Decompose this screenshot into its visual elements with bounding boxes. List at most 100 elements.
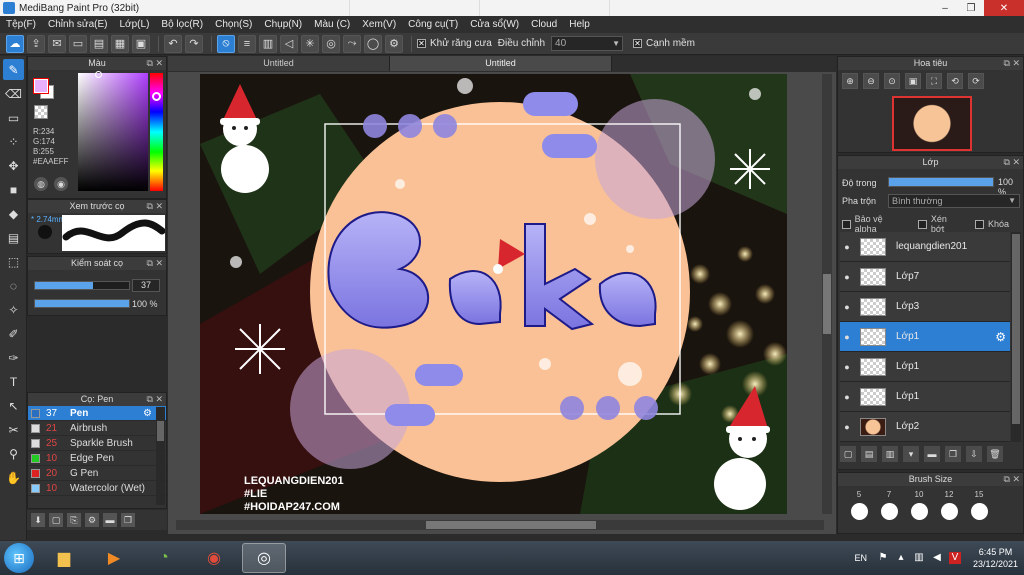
menu-cloud[interactable]: Cloud — [531, 19, 557, 30]
hand-tool-icon[interactable]: ✋ — [3, 467, 24, 488]
canvas-horizontal-scrollbar[interactable] — [176, 520, 824, 530]
visibility-icon[interactable]: ● — [840, 272, 854, 282]
brush-list-scrollbar[interactable] — [156, 407, 165, 505]
document-tab-active[interactable]: Untitled — [390, 56, 612, 71]
scrollbar-thumb[interactable] — [426, 521, 596, 529]
medibang-taskbar-icon[interactable]: ◎ — [242, 543, 286, 573]
circle-snap-icon[interactable]: ◎ — [322, 34, 340, 53]
menu-select[interactable]: Chọn(S) — [215, 19, 252, 30]
panel-buttons[interactable]: ⧉ ✕ — [1004, 57, 1020, 70]
saturation-value-picker[interactable] — [78, 73, 148, 191]
up-arrow-icon[interactable]: ▴ — [895, 552, 907, 564]
brush-size-preset[interactable] — [874, 503, 904, 520]
brush-size-preset[interactable] — [964, 503, 994, 520]
antialias-checkbox[interactable]: ✕ — [417, 39, 426, 48]
visibility-icon[interactable]: ● — [840, 332, 854, 342]
layer-item[interactable]: ● Lớp1 — [840, 382, 1010, 412]
transparent-color-swatch[interactable] — [34, 105, 48, 119]
brush-size-value[interactable]: 37 — [132, 279, 160, 292]
comment-icon[interactable]: ▭ — [69, 34, 87, 53]
duplicate-icon[interactable]: ❐ — [121, 513, 135, 527]
menu-edit[interactable]: Chỉnh sửa(E) — [48, 19, 108, 30]
new-halftone-layer-icon[interactable]: ▤ — [861, 446, 877, 462]
snap-settings-icon[interactable]: ⚙ — [385, 34, 403, 53]
menu-window[interactable]: Cửa sổ(W) — [470, 19, 519, 30]
brush-size-preset[interactable] — [904, 503, 934, 520]
fill-shape-icon[interactable]: ■ — [3, 179, 24, 200]
panel-buttons[interactable]: ⧉ ✕ — [147, 393, 163, 406]
clip-option[interactable]: Xén bớt — [918, 214, 961, 234]
chat-icon[interactable]: ✉ — [48, 34, 66, 53]
chat-app-icon[interactable]: ◔ — [142, 543, 186, 573]
gear-icon[interactable]: ⚙ — [143, 408, 152, 419]
brush-item[interactable]: 10 Watercolor (Wet) — [28, 481, 166, 496]
visibility-icon[interactable]: ● — [840, 422, 854, 432]
brush-tool-icon[interactable]: ✎ — [3, 59, 24, 80]
brush-item[interactable]: 10 Edge Pen — [28, 451, 166, 466]
select-tool-icon[interactable]: ⬚ — [3, 251, 24, 272]
palette-icon[interactable]: ◍ — [34, 177, 48, 191]
correction-select[interactable]: 40 ▼ — [551, 36, 624, 51]
menu-help[interactable]: Help — [569, 19, 590, 30]
move-tool-icon[interactable]: ✥ — [3, 155, 24, 176]
scrollbar-thumb[interactable] — [1012, 234, 1020, 424]
layer-item[interactable]: ● Lớp3 — [840, 292, 1010, 322]
download-brush-icon[interactable]: ⬇ — [31, 513, 45, 527]
flag-icon[interactable]: ⚑ — [877, 552, 889, 564]
foreground-color-swatch[interactable] — [34, 79, 48, 93]
select-eraser-icon[interactable]: ✑ — [3, 347, 24, 368]
layer-opacity-slider[interactable] — [888, 177, 994, 187]
brush-item[interactable]: 20 G Pen — [28, 466, 166, 481]
redo-icon[interactable]: ↷ — [185, 34, 203, 53]
media-player-icon[interactable]: ▶ — [92, 543, 136, 573]
delete-layer-icon[interactable]: 🗑 — [987, 446, 1003, 462]
menu-view[interactable]: Xem(V) — [362, 19, 396, 30]
start-button[interactable]: ⊞ — [4, 543, 34, 573]
lock-option[interactable]: Khóa — [974, 214, 1009, 234]
antivirus-icon[interactable]: V — [948, 552, 961, 564]
brush-item[interactable]: 21 Airbrush — [28, 421, 166, 436]
actual-size-icon[interactable]: ▣ — [905, 73, 921, 89]
blend-mode-select[interactable]: Bình thường ▼ — [888, 194, 1020, 208]
layer-item[interactable]: ● Lớp2 — [840, 412, 1010, 442]
brush-item[interactable]: 25 Sparkle Brush — [28, 436, 166, 451]
folder-icon[interactable]: ▬ — [103, 513, 117, 527]
new-8bit-layer-icon[interactable]: ▥ — [882, 446, 898, 462]
hue-slider[interactable] — [150, 73, 163, 191]
protect-alpha-checkbox[interactable] — [842, 219, 851, 229]
bucket-tool-icon[interactable]: ◆ — [3, 203, 24, 224]
curve-snap-icon[interactable]: ⤳ — [343, 34, 361, 53]
visibility-icon[interactable]: ● — [840, 362, 854, 372]
radial-snap-icon[interactable]: ✳ — [301, 34, 319, 53]
menu-tools[interactable]: Công cụ(T) — [408, 19, 458, 30]
visibility-icon[interactable]: ● — [840, 242, 854, 252]
layer-item[interactable]: ● Lớp7 — [840, 262, 1010, 292]
panel-buttons[interactable]: ⧉ ✕ — [147, 257, 163, 270]
rotate-left-icon[interactable]: ⟲ — [947, 73, 963, 89]
minimize-button[interactable]: – — [932, 0, 958, 16]
menu-filter[interactable]: Bộ lọc(R) — [161, 19, 203, 30]
document-icon[interactable]: ▤ — [90, 34, 108, 53]
layer-list-scrollbar[interactable] — [1011, 232, 1021, 442]
snap-off-icon[interactable]: ⦸ — [217, 34, 235, 53]
gear-icon[interactable]: ⚙ — [995, 330, 1006, 344]
artwork-canvas[interactable]: LEQUANGDIEN201 #LIE #HOIDAP247.COM — [200, 74, 787, 514]
sv-picker-knob[interactable] — [95, 71, 102, 78]
copy-brush-icon[interactable]: ⎘ — [67, 513, 81, 527]
visibility-icon[interactable]: ● — [840, 392, 854, 402]
brush-item[interactable]: 37 Pen ⚙ — [28, 406, 166, 421]
new-brush-icon[interactable]: ▢ — [49, 513, 63, 527]
eraser-tool-icon[interactable]: ⌫ — [3, 83, 24, 104]
panel-buttons[interactable]: ⧉ ✕ — [147, 57, 163, 70]
cloud-icon[interactable]: ☁ — [6, 34, 24, 53]
panel-icon[interactable]: ▣ — [132, 34, 150, 53]
gradient-tool-icon[interactable]: ▤ — [3, 227, 24, 248]
operation-tool-icon[interactable]: ↖ — [3, 395, 24, 416]
rotate-right-icon[interactable]: ⟳ — [968, 73, 984, 89]
merge-down-icon[interactable]: ⇩ — [966, 446, 982, 462]
panel-buttons[interactable]: ⧉ ✕ — [1004, 156, 1020, 169]
vanish-snap-icon[interactable]: ◁ — [280, 34, 298, 53]
duplicate-layer-icon[interactable]: ❐ — [945, 446, 961, 462]
menu-layer[interactable]: Lớp(L) — [120, 19, 150, 30]
brush-size-preset[interactable] — [844, 503, 874, 520]
